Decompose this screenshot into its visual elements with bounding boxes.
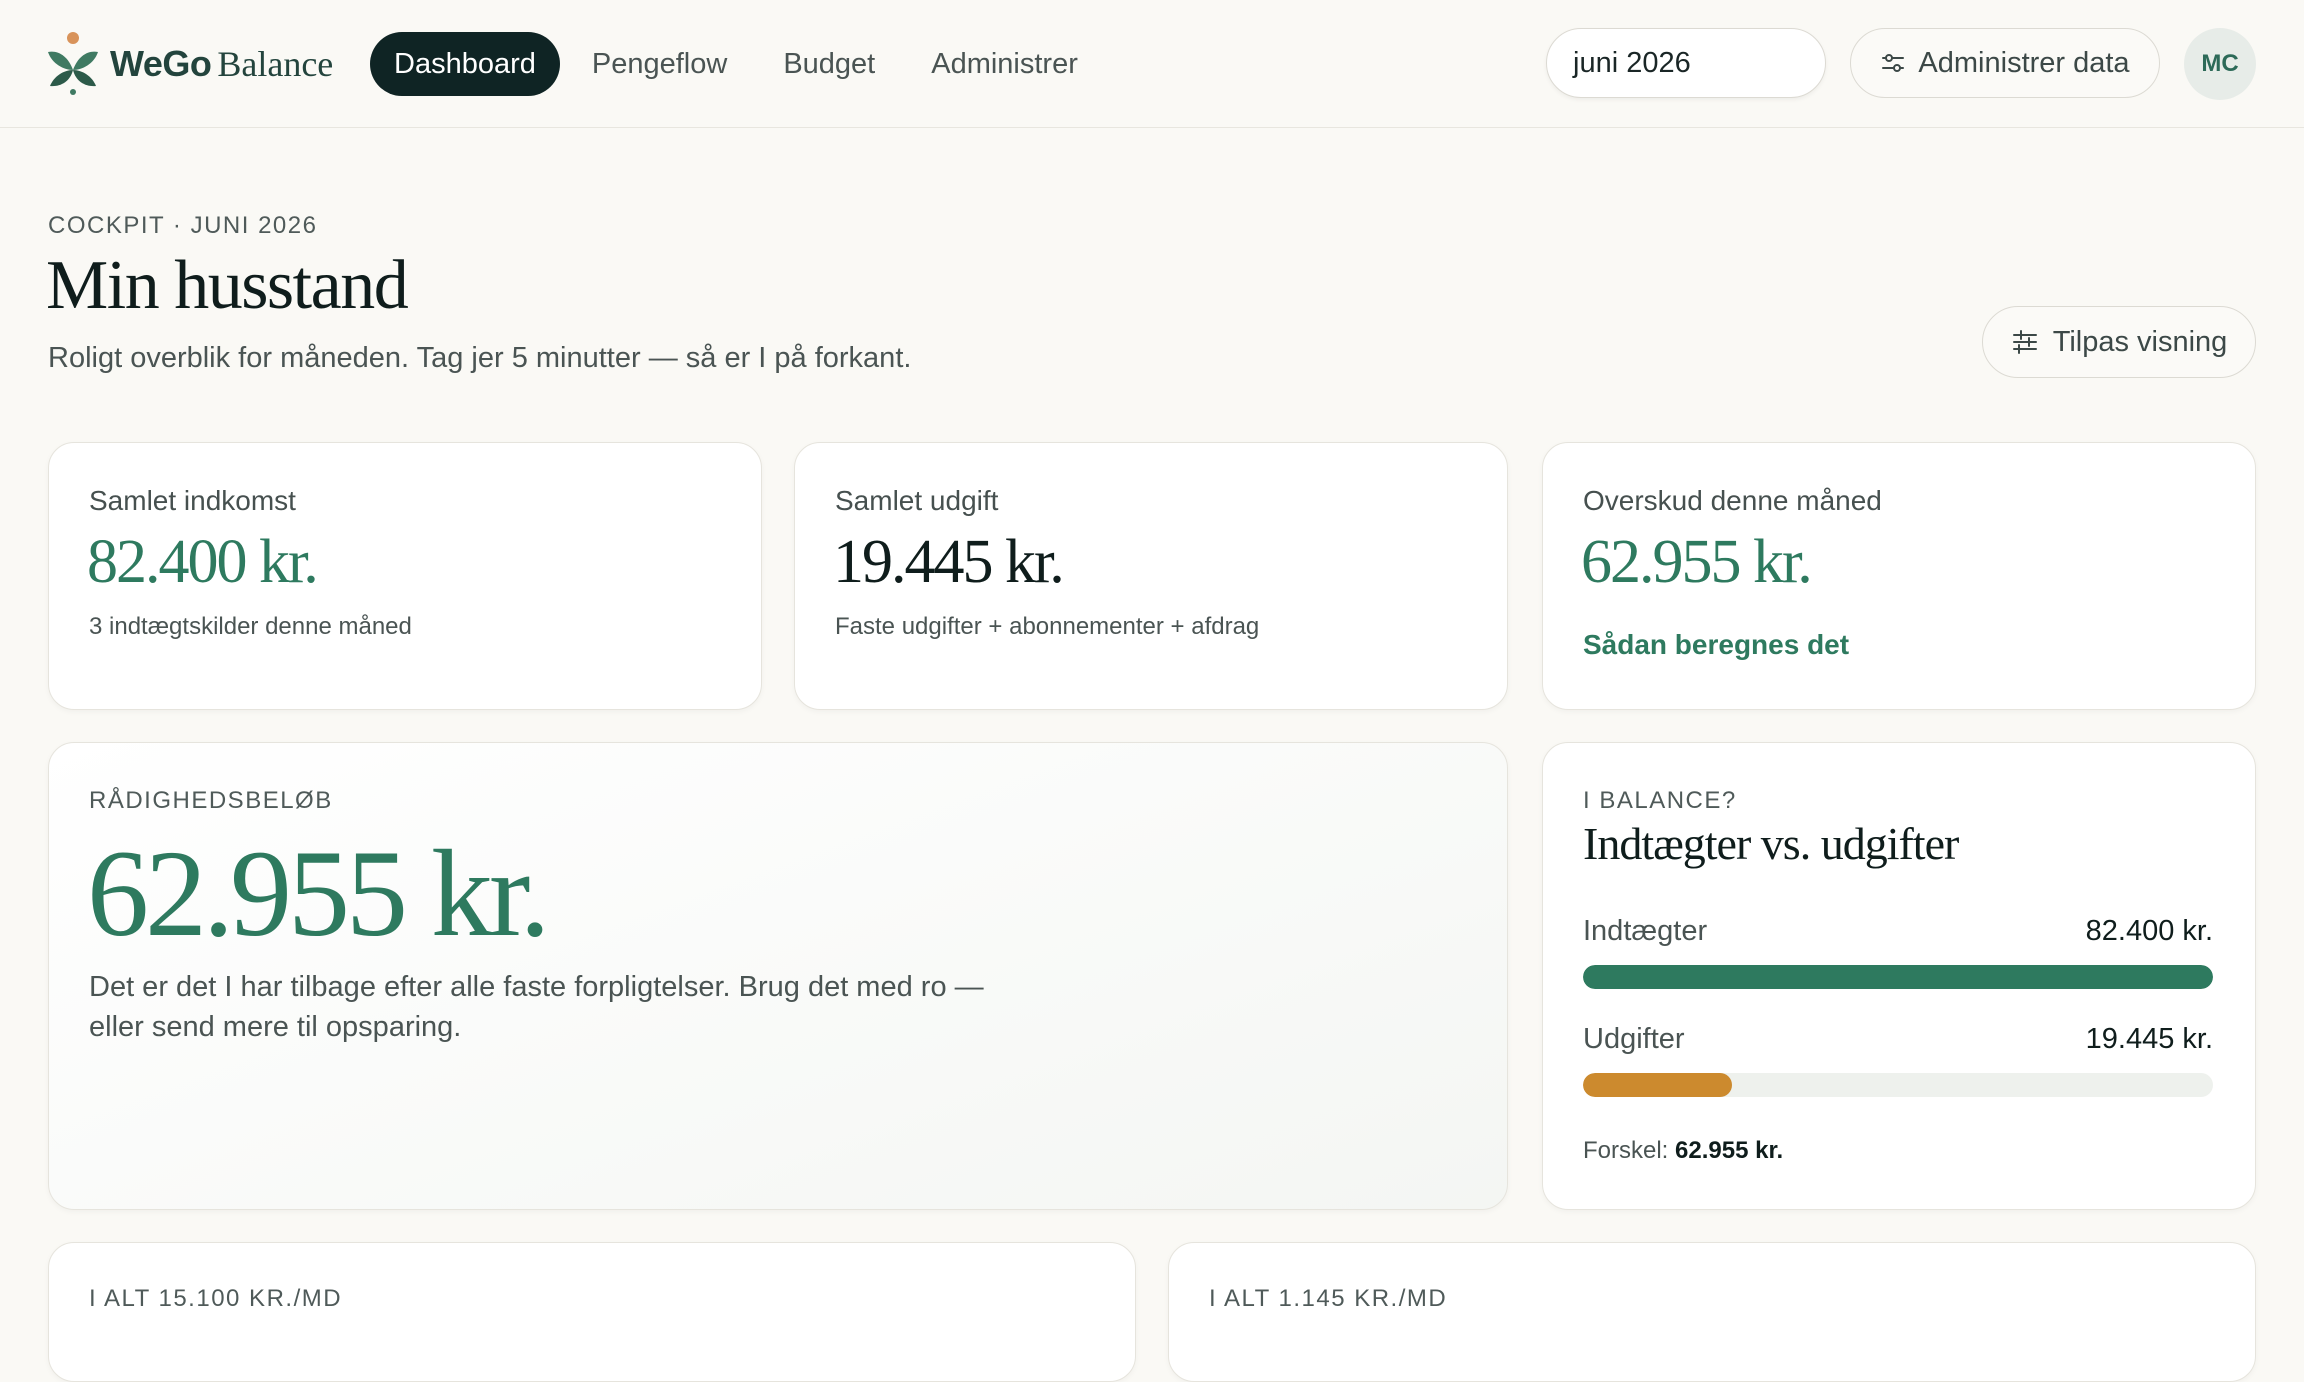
main-nav: Dashboard Pengeflow Budget Administrer <box>370 32 1110 96</box>
fixed-expenses-eyebrow: I ALT 15.100 KR./MD <box>89 1285 343 1312</box>
available-description: Det er det I har tilbage efter alle fast… <box>89 971 984 1043</box>
brand-name-light: Balance <box>217 44 334 84</box>
difference-label: Forskel: <box>1583 1137 1669 1164</box>
subscriptions-eyebrow: I ALT 1.145 KR./MD <box>1209 1285 1448 1312</box>
balance-eyebrow: I BALANCE? <box>1583 787 1737 814</box>
balance-title: Indtægter vs. udgifter <box>1583 818 1959 869</box>
expense-note: Faste udgifter + abonnementer + afdrag <box>835 613 1260 640</box>
brand-logo[interactable]: WeGo Balance <box>46 30 333 98</box>
surplus-card: Overskud denne måned 62.955 kr. Sådan be… <box>1542 442 2256 710</box>
customize-view-button[interactable]: Tilpas visning <box>1982 306 2256 378</box>
income-value: 82.400 kr. <box>87 528 319 596</box>
leaf-logo-icon <box>48 32 98 95</box>
expense-bar-amount: 19.445 kr. <box>2085 1023 2213 1055</box>
expense-label: Samlet udgift <box>835 485 999 516</box>
fixed-expenses-card: I ALT 15.100 KR./MD <box>48 1242 1136 1382</box>
sliders-icon <box>1882 54 1905 72</box>
nav-item-dashboard[interactable]: Dashboard <box>370 32 560 96</box>
nav-item-pengeflow[interactable]: Pengeflow <box>568 32 751 96</box>
income-bar-label: Indtægter <box>1583 915 1708 947</box>
income-card: Samlet indkomst 82.400 kr. 3 indtægtskil… <box>48 442 762 710</box>
expense-value: 19.445 kr. <box>833 528 1065 596</box>
page-eyebrow: COCKPIT · JUNI 2026 <box>48 212 318 239</box>
top-header: WeGo Balance Dashboard Pengeflow Budget … <box>0 0 2304 128</box>
brand-name-bold: WeGo <box>110 43 212 84</box>
expense-bar-fill <box>1583 1073 1732 1097</box>
expense-bar-label: Udgifter <box>1583 1023 1685 1055</box>
difference-row: Forskel: 62.955 kr. <box>1583 1137 1783 1165</box>
income-note: 3 indtægtskilder denne måned <box>89 613 412 640</box>
expense-bar-track <box>1583 1073 2213 1097</box>
available-eyebrow: RÅDIGHEDSBELØB <box>89 787 333 814</box>
avatar[interactable]: MC <box>2184 28 2256 100</box>
income-bar-amount: 82.400 kr. <box>2085 915 2213 947</box>
income-bar-fill <box>1583 965 2213 989</box>
month-select[interactable]: juni 2026 <box>1546 28 1826 98</box>
expense-bar-row: Udgifter 19.445 kr. <box>1583 1023 2213 1056</box>
nav-item-budget[interactable]: Budget <box>759 32 899 96</box>
income-bar-row: Indtægter 82.400 kr. <box>1583 915 2213 948</box>
balance-card: I BALANCE? Indtægter vs. udgifter Indtæg… <box>1542 742 2256 1210</box>
expense-card: Samlet udgift 19.445 kr. Faste udgifter … <box>794 442 1508 710</box>
page-title: Min husstand <box>46 247 409 324</box>
manage-data-button[interactable]: Administrer data <box>1850 28 2160 98</box>
nav-item-administrer[interactable]: Administrer <box>907 32 1102 96</box>
adjust-icon <box>2012 330 2037 354</box>
income-label: Samlet indkomst <box>89 485 296 516</box>
surplus-label: Overskud denne måned <box>1583 485 1882 516</box>
surplus-value: 62.955 kr. <box>1581 528 1813 596</box>
income-bar-track <box>1583 965 2213 989</box>
available-amount-card: RÅDIGHEDSBELØB 62.955 kr. Det er det I h… <box>48 742 1508 1210</box>
subscriptions-card: I ALT 1.145 KR./MD <box>1168 1242 2256 1382</box>
customize-view-label: Tilpas visning <box>2052 325 2228 358</box>
manage-data-label: Administrer data <box>1918 46 2130 79</box>
difference-value: 62.955 kr. <box>1675 1137 1784 1164</box>
page-subtitle: Roligt overblik for måneden. Tag jer 5 m… <box>48 342 912 374</box>
available-value: 62.955 kr. <box>87 825 550 962</box>
calculation-link[interactable]: Sådan beregnes det <box>1583 629 1849 661</box>
